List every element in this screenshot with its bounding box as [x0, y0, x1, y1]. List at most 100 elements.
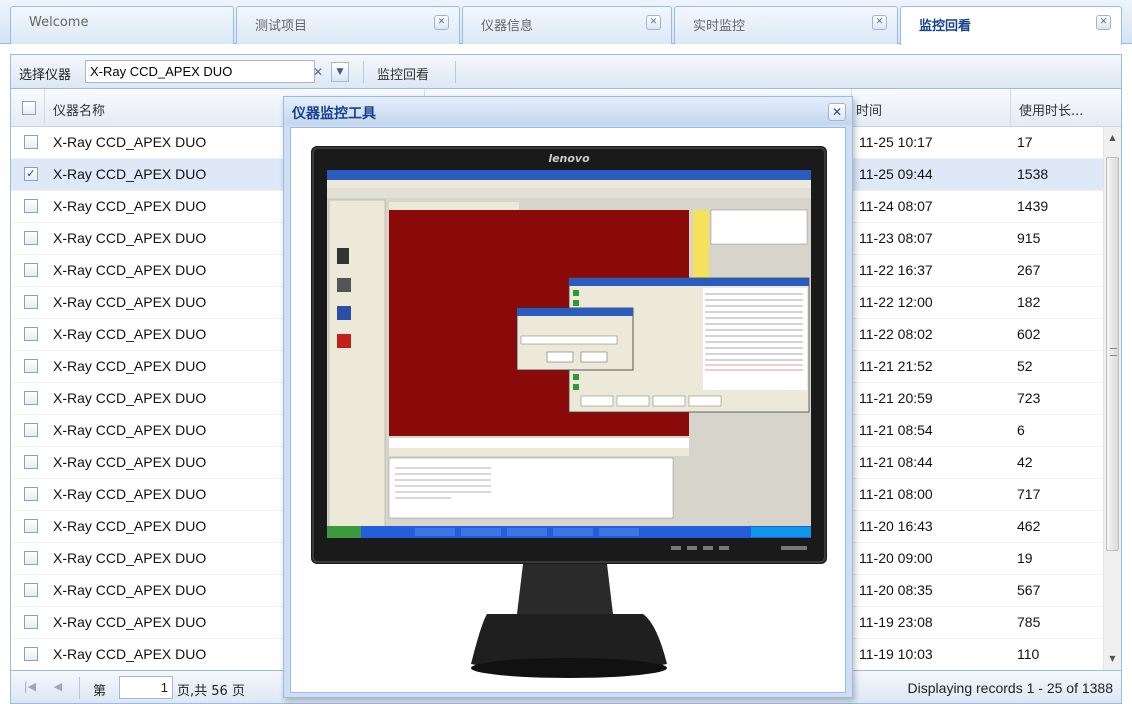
- close-icon[interactable]: ✕: [828, 103, 846, 121]
- time-cell: 11-19 23:08: [859, 614, 933, 630]
- time-cell: 11-21 08:54: [859, 422, 933, 438]
- previous-page-icon[interactable]: ◀: [51, 680, 65, 694]
- instrument-name-cell: X-Ray CCD_APEX DUO: [53, 422, 207, 438]
- row-checkbox[interactable]: ✓: [24, 167, 38, 181]
- row-checkbox[interactable]: [24, 423, 38, 437]
- time-cell: 11-23 08:07: [859, 230, 933, 246]
- row-checkbox[interactable]: [24, 615, 38, 629]
- header-time[interactable]: 时间: [851, 89, 1011, 127]
- instrument-name-cell: X-Ray CCD_APEX DUO: [53, 166, 207, 182]
- duration-cell: 42: [1017, 454, 1033, 470]
- window-title: 仪器监控工具: [292, 106, 376, 122]
- instrument-name-cell: X-Ray CCD_APEX DUO: [53, 486, 207, 502]
- row-checkbox[interactable]: [24, 263, 38, 277]
- duration-cell: 915: [1017, 230, 1041, 246]
- time-cell: 11-21 08:00: [859, 486, 933, 502]
- records-display: Displaying records 1 - 25 of 1388: [907, 680, 1113, 696]
- scroll-up-icon[interactable]: ▲: [1104, 129, 1121, 147]
- row-checkbox[interactable]: [24, 199, 38, 213]
- instrument-name-cell: X-Ray CCD_APEX DUO: [53, 134, 207, 150]
- tab-bar: Welcome 测试项目 ✕ 仪器信息 ✕ 实时监控 ✕ 监控回看 ✕: [0, 0, 1132, 45]
- time-cell: 11-22 16:37: [859, 262, 933, 278]
- header-duration[interactable]: 使用时长...: [1011, 89, 1121, 127]
- duration-cell: 52: [1017, 358, 1033, 374]
- duration-cell: 19: [1017, 550, 1033, 566]
- instrument-name-cell: X-Ray CCD_APEX DUO: [53, 582, 207, 598]
- time-cell: 11-22 12:00: [859, 294, 933, 310]
- scrollbar-thumb[interactable]: [1106, 157, 1119, 551]
- page-prefix: 第: [93, 684, 107, 699]
- page-number-value[interactable]: 1: [161, 680, 168, 695]
- grip-icon: [1110, 348, 1117, 356]
- tab-instrument-info[interactable]: 仪器信息 ✕: [462, 6, 672, 44]
- tab-test-projects[interactable]: 测试项目 ✕: [236, 6, 460, 44]
- tab-label: 监控回看: [919, 19, 972, 34]
- instrument-combobox[interactable]: X-Ray CCD_APEX DUO: [85, 60, 315, 83]
- row-checkbox[interactable]: [24, 295, 38, 309]
- first-page-icon[interactable]: |◀: [23, 680, 37, 694]
- tab-label: 仪器信息: [481, 19, 534, 34]
- tab-monitor-playback[interactable]: 监控回看 ✕: [900, 6, 1122, 45]
- app-root: Welcome 测试项目 ✕ 仪器信息 ✕ 实时监控 ✕ 监控回看 ✕ 选择仪器…: [0, 0, 1132, 704]
- time-cell: 11-22 08:02: [859, 326, 933, 342]
- row-checkbox[interactable]: [24, 519, 38, 533]
- duration-cell: 1538: [1017, 166, 1049, 182]
- instrument-name-cell: X-Ray CCD_APEX DUO: [53, 294, 207, 310]
- instrument-name-cell: X-Ray CCD_APEX DUO: [53, 230, 207, 246]
- row-checkbox[interactable]: [24, 551, 38, 565]
- instrument-name-cell: X-Ray CCD_APEX DUO: [53, 614, 207, 630]
- time-cell: 11-25 10:17: [859, 134, 933, 150]
- instrument-name-cell: X-Ray CCD_APEX DUO: [53, 454, 207, 470]
- duration-cell: 723: [1017, 390, 1041, 406]
- chevron-down-icon[interactable]: ▼: [331, 62, 349, 82]
- row-checkbox[interactable]: [24, 135, 38, 149]
- monitor-stand-neck: [517, 564, 613, 614]
- row-checkbox[interactable]: [24, 583, 38, 597]
- row-checkbox[interactable]: [24, 391, 38, 405]
- instrument-combobox-value[interactable]: X-Ray CCD_APEX DUO: [90, 64, 232, 79]
- window-body: lenovo: [290, 127, 846, 693]
- duration-cell: 717: [1017, 486, 1041, 502]
- duration-cell: 462: [1017, 518, 1041, 534]
- vertical-scrollbar[interactable]: ▲ ▼: [1103, 127, 1121, 670]
- tab-welcome[interactable]: Welcome: [10, 6, 234, 44]
- time-cell: 11-20 08:35: [859, 582, 933, 598]
- duration-cell: 17: [1017, 134, 1033, 150]
- duration-cell: 602: [1017, 326, 1041, 342]
- window-header[interactable]: 仪器监控工具 ✕: [284, 97, 852, 125]
- duration-cell: 567: [1017, 582, 1041, 598]
- select-all-checkbox[interactable]: [22, 101, 36, 115]
- row-checkbox[interactable]: [24, 231, 38, 245]
- toolbar-separator: [455, 61, 456, 83]
- header-time-label: 时间: [856, 104, 883, 119]
- scroll-down-icon[interactable]: ▼: [1104, 650, 1121, 668]
- time-cell: 11-20 16:43: [859, 518, 933, 534]
- clear-icon[interactable]: ✕: [309, 62, 327, 82]
- time-cell: 11-21 20:59: [859, 390, 933, 406]
- tab-realtime-monitor[interactable]: 实时监控 ✕: [674, 6, 898, 44]
- monitor-playback-button[interactable]: 监控回看: [369, 60, 437, 83]
- page-suffix: 页,共 56 页: [177, 684, 245, 699]
- time-cell: 11-20 09:00: [859, 550, 933, 566]
- row-checkbox[interactable]: [24, 359, 38, 373]
- page-number-input[interactable]: 1: [119, 676, 173, 699]
- close-icon[interactable]: ✕: [434, 15, 449, 30]
- duration-cell: 6: [1017, 422, 1025, 438]
- row-checkbox[interactable]: [24, 647, 38, 661]
- instrument-name-cell: X-Ray CCD_APEX DUO: [53, 390, 207, 406]
- time-cell: 11-24 08:07: [859, 198, 933, 214]
- close-icon[interactable]: ✕: [1096, 15, 1111, 30]
- close-icon[interactable]: ✕: [646, 15, 661, 30]
- row-checkbox[interactable]: [24, 455, 38, 469]
- duration-cell: 182: [1017, 294, 1041, 310]
- duration-cell: 267: [1017, 262, 1041, 278]
- tab-label: 实时监控: [693, 19, 746, 34]
- toolbar-separator: [363, 61, 364, 83]
- instrument-monitor-window: 仪器监控工具 ✕ lenovo: [283, 96, 853, 698]
- duration-cell: 1439: [1017, 198, 1049, 214]
- instrument-name-cell: X-Ray CCD_APEX DUO: [53, 262, 207, 278]
- time-cell: 11-25 09:44: [859, 166, 933, 182]
- row-checkbox[interactable]: [24, 487, 38, 501]
- row-checkbox[interactable]: [24, 327, 38, 341]
- close-icon[interactable]: ✕: [872, 15, 887, 30]
